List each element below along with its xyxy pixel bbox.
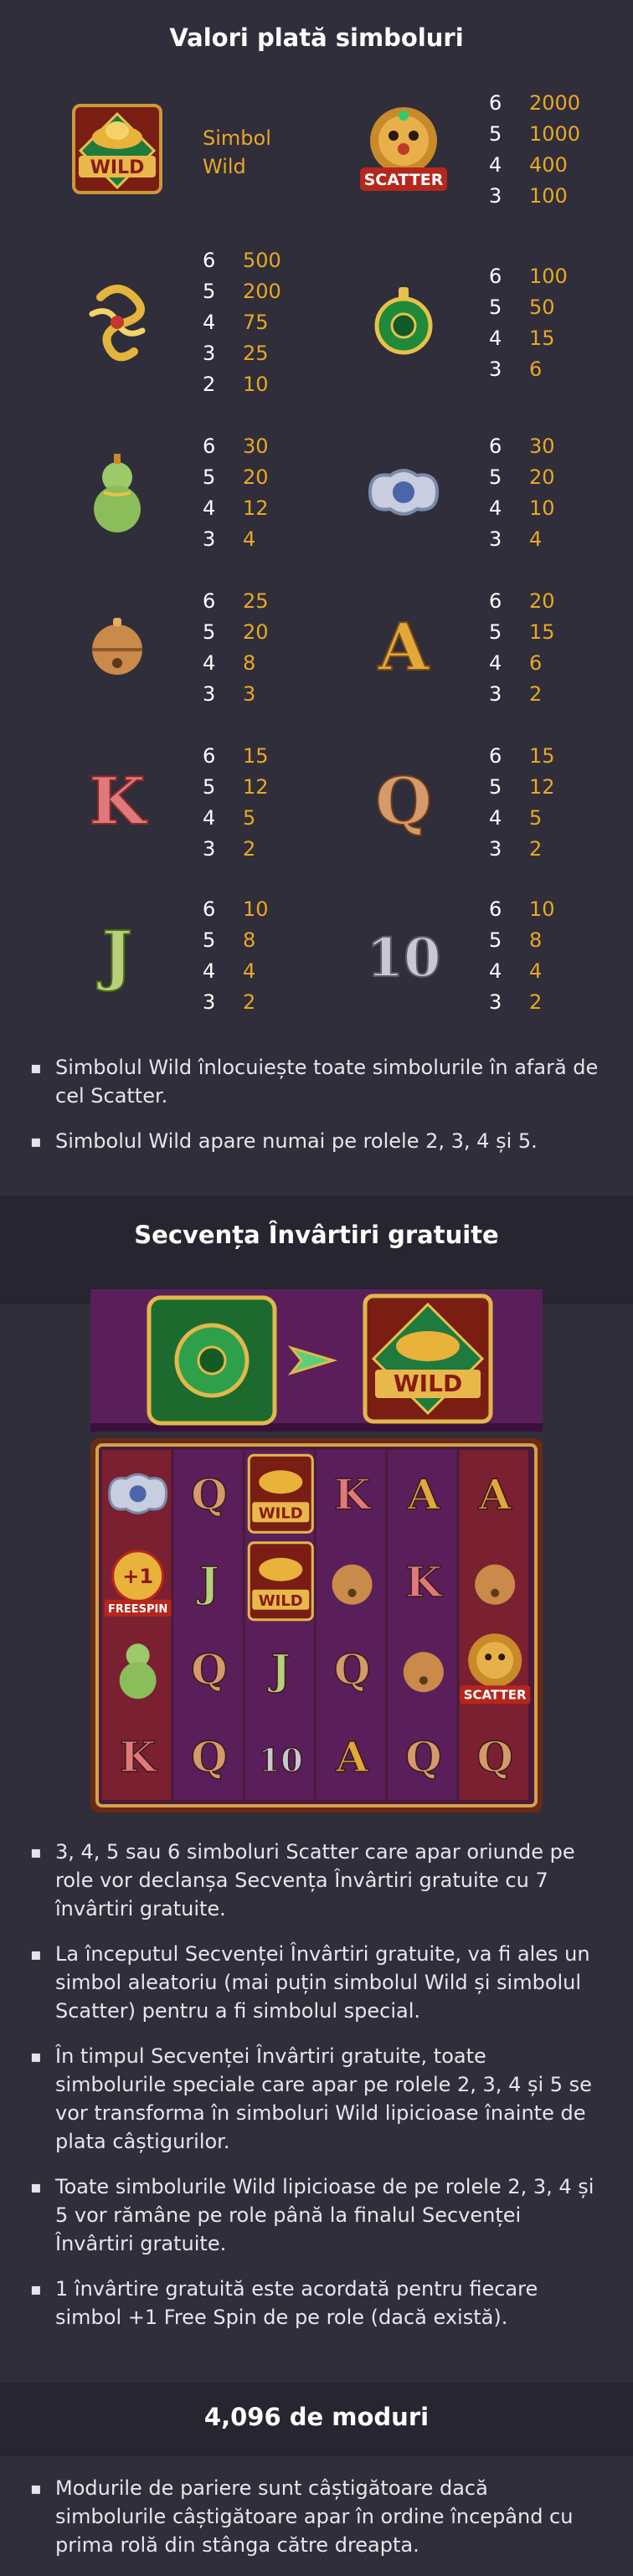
scatter-lion-icon: SCATTER <box>353 99 454 199</box>
svg-text:Q: Q <box>334 1644 371 1694</box>
svg-text:Q: Q <box>191 1469 228 1519</box>
svg-text:WILD: WILD <box>394 1370 462 1397</box>
letter-a-icon: A <box>353 596 454 697</box>
q-paytable: 6 15 5 12 45 32 <box>489 744 555 861</box>
reel-cell-q: Q <box>404 1731 442 1782</box>
reel-cell-wild: WILD <box>247 1453 314 1534</box>
letter-k-icon: K <box>67 750 167 851</box>
svg-text:J: J <box>196 1557 219 1607</box>
bell-paytable: 6 25 5 20 48 33 <box>203 589 269 706</box>
reel-cell-q: Q <box>190 1731 228 1782</box>
gourd-paytable: 6 30 5 20 4 12 34 <box>203 434 269 551</box>
reel-cell-k: K <box>333 1469 373 1520</box>
svg-text:K: K <box>334 1469 372 1519</box>
reel-cell-a: A <box>334 1731 370 1782</box>
svg-text:Q: Q <box>375 764 432 840</box>
j-paytable: 6 10 58 44 32 <box>203 897 269 1014</box>
reel-cell-q: Q <box>333 1644 371 1695</box>
wild-label: Simbol Wild <box>203 126 271 178</box>
svg-text:Q: Q <box>476 1732 513 1782</box>
reel-cell-a: A <box>406 1469 441 1520</box>
reel-cell-bell <box>475 1564 516 1605</box>
reel-cell-q: Q <box>190 1469 228 1520</box>
wild-rule: Simbolul Wild apare numai pe rolele 2, 3… <box>30 1127 600 1155</box>
svg-text:+1: +1 <box>122 1565 153 1588</box>
svg-text:K: K <box>89 764 148 840</box>
ways-title: 4,096 de moduri <box>203 2403 430 2431</box>
svg-text:J: J <box>97 918 133 994</box>
svg-text:K: K <box>120 1732 157 1782</box>
freespin-rules: 3, 4, 5 sau 6 simboluri Scatter care apa… <box>30 1838 600 2348</box>
ways-rules: Modurile de pariere sunt câștigătoare da… <box>30 2474 600 2576</box>
knot-paytable: 6 500 5 200 4 75 3 25 2 10 <box>203 249 281 396</box>
svg-text:Q: Q <box>405 1732 442 1782</box>
svg-text:A: A <box>378 609 430 686</box>
svg-text:K: K <box>405 1557 443 1607</box>
jade-pendant-icon <box>353 272 454 373</box>
svg-text:WILD: WILD <box>259 1504 303 1522</box>
svg-text:A: A <box>478 1469 512 1519</box>
reel-cell-lock <box>108 1473 168 1514</box>
freespin-rule: 1 învârtire gratuită este acordată pentr… <box>30 2275 600 2332</box>
svg-text:Q: Q <box>191 1644 228 1694</box>
silver-lock-icon <box>353 442 454 542</box>
svg-text:10: 10 <box>259 1741 303 1779</box>
svg-text:Q: Q <box>191 1732 228 1782</box>
freespins-title: Secvența Învârtiri gratuite <box>134 1221 499 1249</box>
wild-rules: Simbolul Wild înlocuiește toate simbolur… <box>30 1053 600 1172</box>
lock-paytable: 6 30 5 20 4 10 34 <box>489 434 555 551</box>
reel-cell-10: 10 <box>258 1740 303 1780</box>
reel-cell-a: A <box>477 1469 513 1520</box>
svg-text:WILD: WILD <box>259 1592 303 1610</box>
freespin-rule: 3, 4, 5 sau 6 simboluri Scatter care apa… <box>30 1838 600 1923</box>
svg-text:10: 10 <box>366 927 440 990</box>
svg-text:SCATTER: SCATTER <box>464 1687 527 1702</box>
reel-cell-k: K <box>119 1731 158 1782</box>
bell-icon <box>67 596 167 697</box>
reel-cell-j: J <box>267 1644 291 1695</box>
a-paytable: 6 20 5 15 46 32 <box>489 589 555 706</box>
svg-text:A: A <box>406 1469 440 1519</box>
freespin-rule: În timpul Secvenței Învârtiri gratuite, … <box>30 2042 600 2156</box>
reel-cell-bell <box>332 1564 373 1605</box>
wild-ingot-icon: WILD <box>67 99 167 199</box>
reel-cell-bell <box>403 1652 444 1693</box>
svg-text:SCATTER: SCATTER <box>364 171 444 189</box>
reel-cell-q: Q <box>190 1644 228 1695</box>
svg-text:FREESPIN: FREESPIN <box>108 1603 167 1616</box>
letter-j-icon: J <box>67 904 167 1005</box>
chinese-knot-icon <box>67 272 167 373</box>
svg-text:A: A <box>335 1732 369 1782</box>
ways-rule: Modurile de pariere sunt câștigătoare da… <box>30 2474 600 2559</box>
freespin-illustration: WILD Q WILD K A A +1 FREESPIN J WILD K Q J Q SCATTER K… <box>90 1289 543 1812</box>
reel-cell-j: J <box>195 1556 219 1607</box>
section-band <box>0 1195 633 1304</box>
scatter-paytable: 6 2000 5 1000 4 400 3 100 <box>489 91 581 208</box>
letter-q-icon: Q <box>353 750 454 851</box>
svg-text:J: J <box>267 1644 291 1694</box>
gourd-icon <box>67 442 167 542</box>
reel-cell-q: Q <box>476 1731 514 1782</box>
k-paytable: 6 15 5 12 45 32 <box>203 744 269 861</box>
freespin-rule: La începutul Secvenței Învârtiri gratuit… <box>30 1940 600 2025</box>
paytable-title: Valori plată simboluri <box>169 23 464 52</box>
freespin-rule: Toate simbolurile Wild lipicioase de pe … <box>30 2172 600 2258</box>
reel-cell-wild: WILD <box>247 1541 314 1622</box>
reel-cell-k: K <box>404 1556 443 1607</box>
ten-paytable: 6 10 58 44 32 <box>489 897 555 1014</box>
jade-paytable: 6 100 5 50 4 15 36 <box>489 265 568 381</box>
ten-icon: 10 <box>353 904 454 1005</box>
svg-text:WILD: WILD <box>90 157 145 178</box>
wild-rule: Simbolul Wild înlocuiește toate simbolur… <box>30 1053 600 1110</box>
